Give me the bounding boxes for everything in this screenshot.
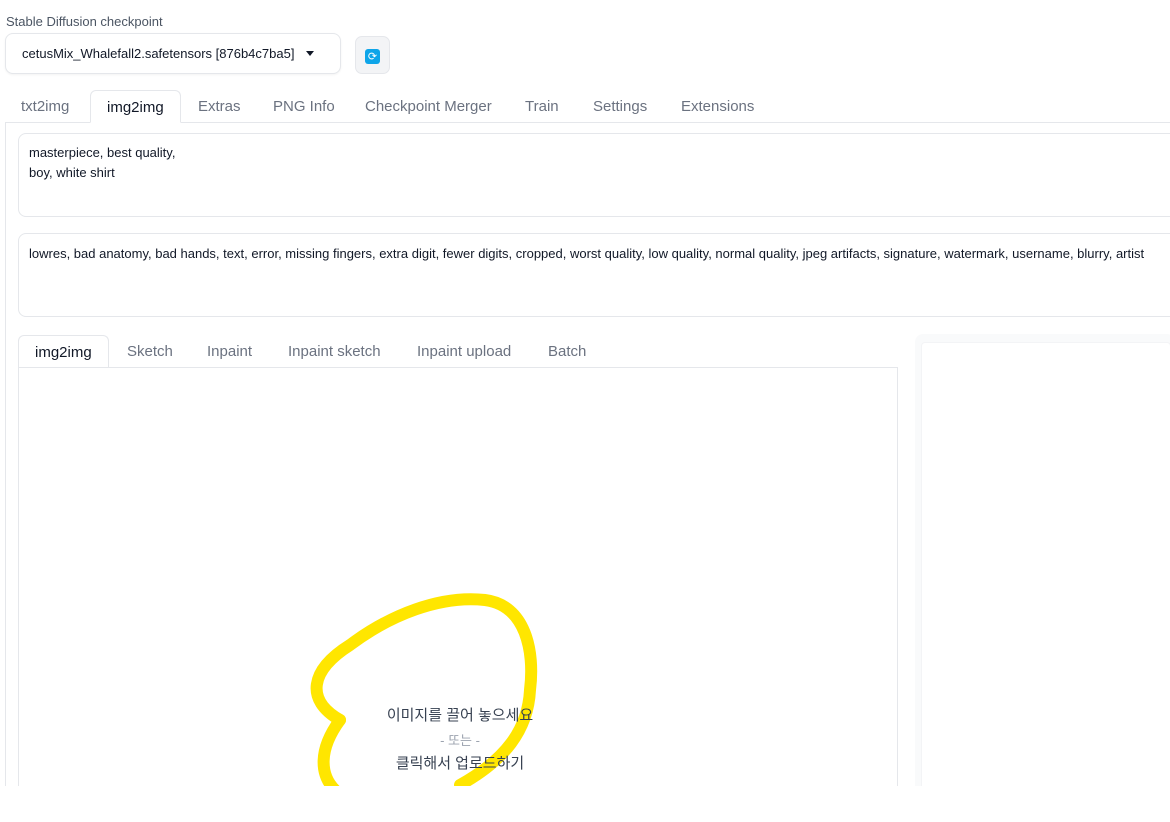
tab-extras[interactable]: Extras: [182, 90, 257, 123]
checkpoint-label: Stable Diffusion checkpoint: [6, 14, 163, 29]
img2img-sub-tabs: img2img Sketch Inpaint Inpaint sketch In…: [18, 335, 898, 368]
page-bottom: [0, 786, 1170, 822]
subtab-batch[interactable]: Batch: [532, 335, 602, 368]
subtab-inpaint-upload[interactable]: Inpaint upload: [401, 335, 527, 368]
main-tabs: txt2img img2img Extras PNG Info Checkpoi…: [5, 90, 1170, 123]
subtab-inpaint-sketch[interactable]: Inpaint sketch: [272, 335, 397, 368]
prompt-input[interactable]: masterpiece, best quality, boy, white sh…: [18, 133, 1170, 217]
upload-or-text: - 또는 -: [440, 733, 480, 748]
tab-checkpoint-merger[interactable]: Checkpoint Merger: [349, 90, 508, 123]
tab-png-info[interactable]: PNG Info: [257, 90, 351, 123]
tab-settings[interactable]: Settings: [577, 90, 663, 123]
subtab-inpaint[interactable]: Inpaint: [191, 335, 268, 368]
negative-prompt-input[interactable]: lowres, bad anatomy, bad hands, text, er…: [18, 233, 1170, 317]
upload-click-text[interactable]: 클릭해서 업로드하기: [330, 752, 590, 773]
tab-img2img[interactable]: img2img: [90, 90, 181, 123]
checkpoint-value: cetusMix_Whalefall2.safetensors [876b4c7…: [22, 46, 295, 61]
subtab-img2img[interactable]: img2img: [18, 335, 109, 368]
tab-train[interactable]: Train: [509, 90, 575, 123]
subtab-sketch[interactable]: Sketch: [111, 335, 189, 368]
output-gallery: [921, 342, 1170, 822]
chevron-down-icon: [306, 51, 314, 56]
tab-txt2img[interactable]: txt2img: [5, 90, 85, 123]
refresh-icon: ⟳: [365, 49, 380, 64]
checkpoint-dropdown[interactable]: cetusMix_Whalefall2.safetensors [876b4c7…: [5, 33, 341, 74]
upload-drop-text: 이미지를 끌어 놓으세요: [386, 707, 534, 724]
refresh-checkpoint-button[interactable]: ⟳: [355, 36, 390, 74]
tab-extensions[interactable]: Extensions: [665, 90, 770, 123]
